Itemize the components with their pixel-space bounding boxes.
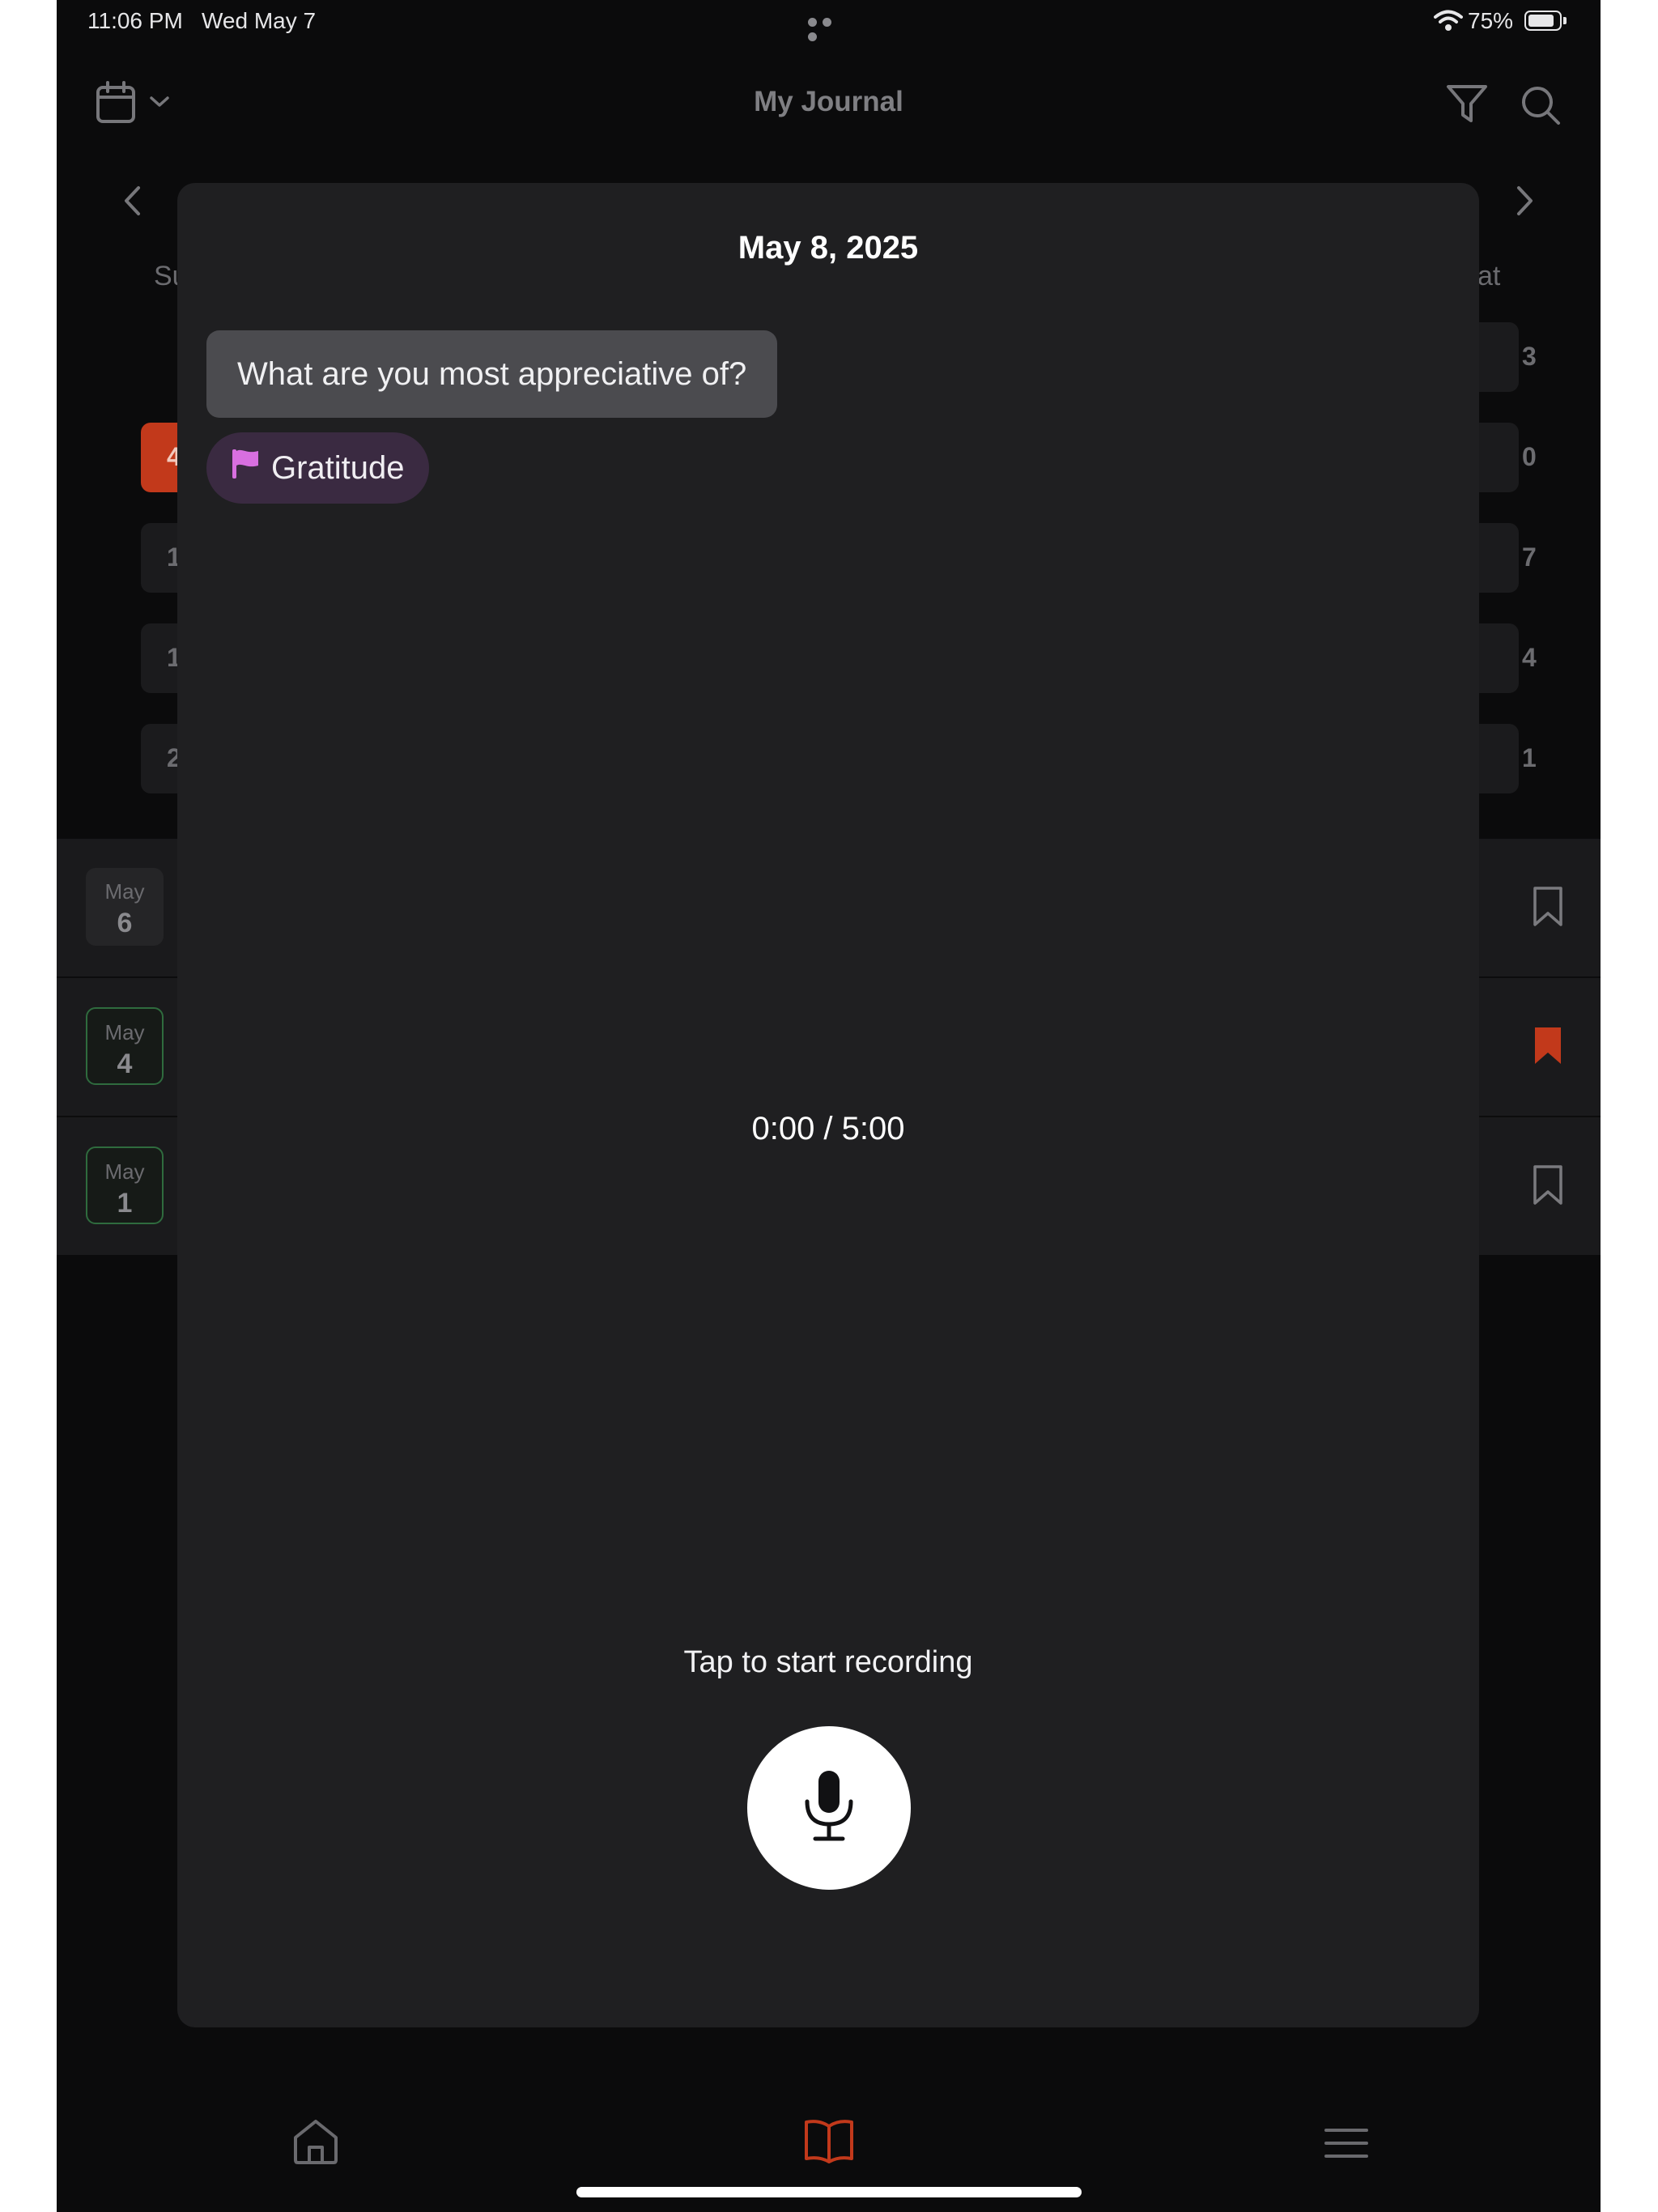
bookmark-outline-icon[interactable] bbox=[1532, 886, 1564, 932]
entry-date-badge: May 4 bbox=[86, 1007, 164, 1085]
battery-icon bbox=[1524, 11, 1562, 31]
bookmark-outline-icon[interactable] bbox=[1532, 1164, 1564, 1210]
status-time: 11:06 PM bbox=[87, 8, 183, 33]
ipad-screen: 11:06 PM Wed May 7 75% My Journal Su at … bbox=[57, 0, 1601, 2212]
menu-icon[interactable] bbox=[1324, 2127, 1369, 2163]
search-icon[interactable] bbox=[1520, 84, 1562, 130]
tag-chip-gratitude[interactable]: Gratitude bbox=[206, 432, 429, 504]
status-date: Wed May 7 bbox=[202, 8, 317, 33]
modal-date: May 8, 2025 bbox=[738, 230, 919, 266]
battery-tip bbox=[1563, 17, 1567, 24]
entry-date-badge: May 6 bbox=[86, 868, 164, 946]
multitasking-dots-icon[interactable] bbox=[808, 16, 850, 41]
tag-label: Gratitude bbox=[271, 450, 405, 486]
next-month-chevron-icon[interactable] bbox=[1515, 185, 1536, 221]
record-button[interactable] bbox=[747, 1726, 911, 1890]
weekday-label-saturday: at bbox=[1477, 261, 1501, 291]
home-icon[interactable] bbox=[291, 2118, 340, 2169]
microphone-icon bbox=[801, 1769, 857, 1848]
voice-entry-modal: May 8, 2025 What are you most appreciati… bbox=[177, 183, 1479, 2027]
journal-prompt: What are you most appreciative of? bbox=[206, 330, 778, 418]
recording-hint: Tap to start recording bbox=[683, 1645, 973, 1679]
page-title: My Journal bbox=[754, 86, 903, 117]
previous-month-chevron-icon[interactable] bbox=[121, 185, 142, 221]
bookmark-filled-icon[interactable] bbox=[1532, 1025, 1564, 1071]
filter-icon[interactable] bbox=[1446, 84, 1488, 129]
flag-icon bbox=[231, 434, 260, 505]
battery-percent: 75% bbox=[1468, 8, 1514, 33]
wifi-icon bbox=[1434, 10, 1463, 36]
journal-book-icon[interactable] bbox=[803, 2118, 855, 2169]
home-indicator[interactable] bbox=[576, 2187, 1082, 2197]
recording-timer: 0:00 / 5:00 bbox=[751, 1111, 905, 1146]
entry-date-badge: May 1 bbox=[86, 1146, 164, 1224]
